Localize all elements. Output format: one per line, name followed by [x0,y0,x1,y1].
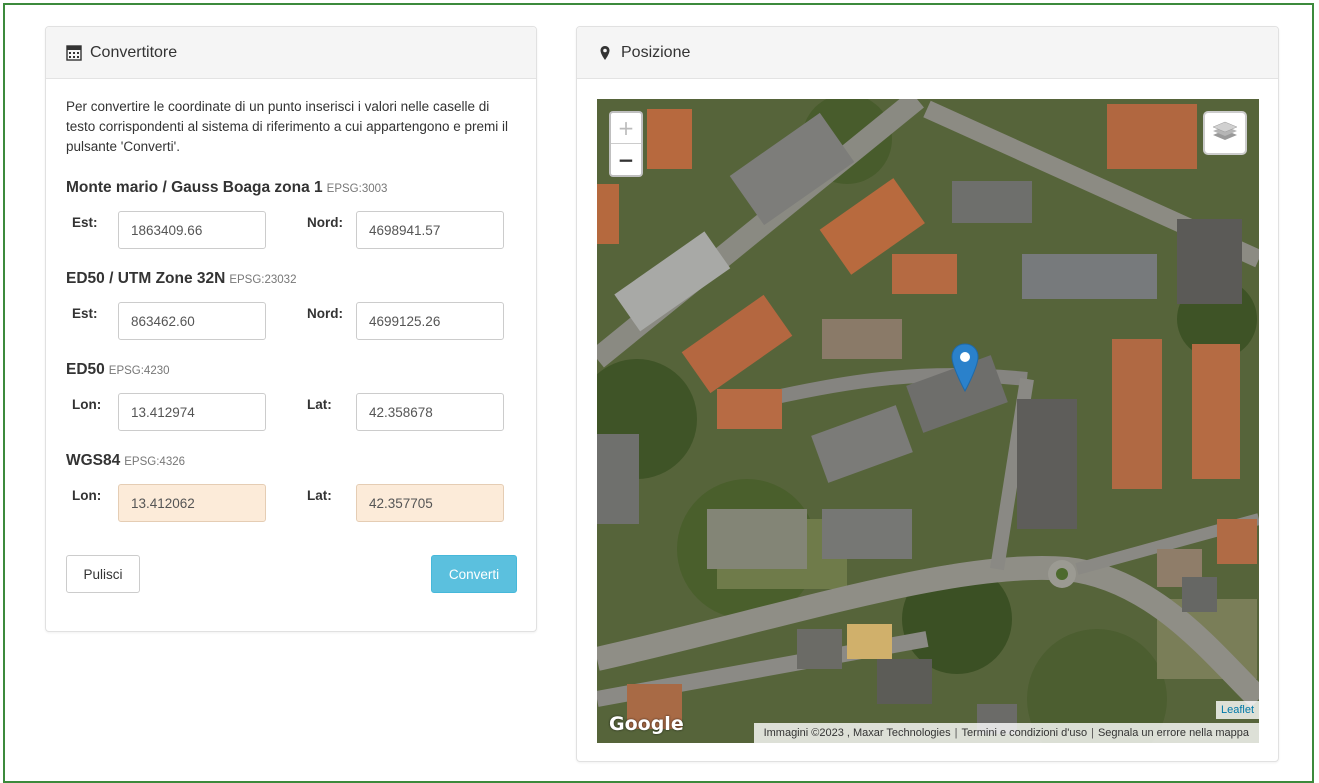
utm32n-nord-input[interactable] [356,302,504,340]
system-name: WGS84 [66,452,121,469]
map-pin-icon[interactable] [951,343,979,393]
report-error-link[interactable]: Segnala un errore nella mappa [1094,727,1253,739]
converter-intro: Per convertire le coordinate di un punto… [66,99,508,154]
clear-button[interactable]: Pulisci [66,555,140,593]
convert-button[interactable]: Converti [431,555,517,593]
label-lat: Lat: [307,488,332,503]
wgs84-lat-input[interactable] [356,484,504,522]
wgs84-lon-input[interactable] [118,484,266,522]
system-title-gauss-boaga: Monte mario / Gauss Boaga zona 1 EPSG:300… [66,179,387,197]
satellite-imagery [597,99,1259,743]
imagery-credit: Immagini ©2023 , Maxar Technologies [763,727,951,739]
ed50-lat-input[interactable] [356,393,504,431]
converter-header: Convertitore [46,27,536,79]
utm32n-est-input[interactable] [118,302,266,340]
system-epsg: EPSG:3003 [326,183,388,195]
label-lon: Lon: [72,397,102,412]
system-epsg: EPSG:4326 [124,456,185,468]
converter-panel: Convertitore Per convertire le coordinat… [45,26,537,632]
system-epsg: EPSG:4230 [108,365,170,377]
system-name: ED50 / UTM Zone 32N [66,270,226,287]
position-header: Posizione [577,27,1278,79]
system-name: ED50 [66,361,105,378]
label-nord: Nord: [307,215,343,230]
layers-icon [1212,118,1238,149]
ed50-lon-input[interactable] [118,393,266,431]
label-lon: Lon: [72,488,102,503]
label-lat: Lat: [307,397,332,412]
system-epsg: EPSG:23032 [229,274,297,286]
system-title-ed50: ED50 EPSG:4230 [66,361,170,379]
map-marker-icon [597,45,613,61]
calculator-icon [66,44,82,61]
position-panel: Posizione + − Google Leaflet Immagini ©2… [576,26,1279,762]
layers-control[interactable] [1203,111,1247,155]
label-est: Est: [72,215,98,230]
system-title-utm32n: ED50 / UTM Zone 32N EPSG:23032 [66,270,296,288]
label-est: Est: [72,306,98,321]
terms-link[interactable]: Termini e condizioni d'uso [957,727,1091,739]
system-title-wgs84: WGS84 EPSG:4326 [66,452,185,470]
zoom-in-button[interactable]: + [611,113,641,144]
position-title: Posizione [621,43,691,61]
map-attribution: Immagini ©2023 , Maxar Technologies | Term… [753,723,1259,743]
leaflet-link[interactable]: Leaflet [1215,701,1259,719]
converter-title: Convertitore [90,43,178,61]
zoom-control: + − [609,111,643,177]
gauss-boaga-est-input[interactable] [118,211,266,249]
google-logo: Google [609,713,684,735]
system-name: Monte mario / Gauss Boaga zona 1 [66,179,323,196]
gauss-boaga-nord-input[interactable] [356,211,504,249]
label-nord: Nord: [307,306,343,321]
map-view[interactable]: + − Google Leaflet Immagini ©2023 , Maxa… [597,99,1259,743]
zoom-out-button[interactable]: − [611,144,641,175]
